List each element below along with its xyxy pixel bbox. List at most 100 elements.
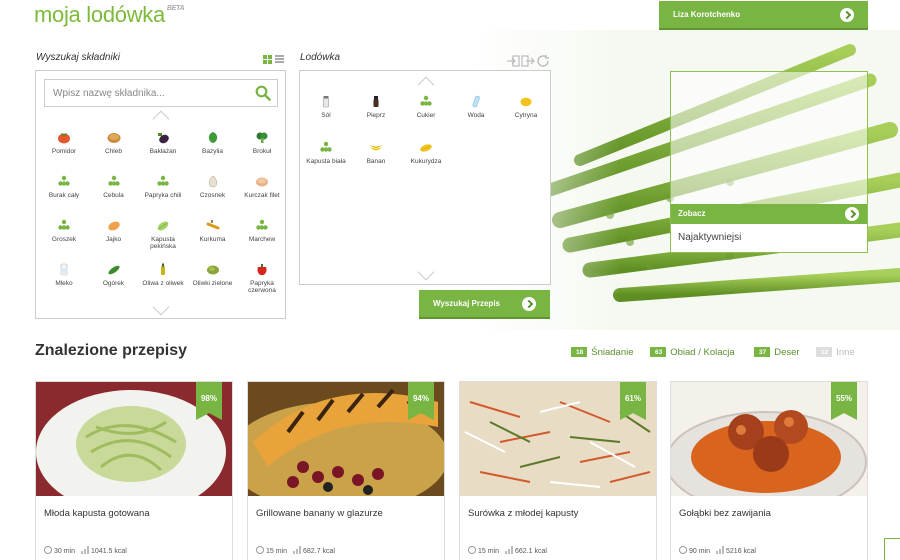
search-recipe-button[interactable]: Wyszukaj Przepis (419, 290, 550, 319)
filter-label: Śniadanie (591, 347, 634, 358)
filter-count-badge: 12 (816, 347, 833, 357)
generic-dots-icon (319, 141, 333, 154)
fridge-item[interactable]: Kukurydza (402, 141, 450, 165)
see-more-label: Zobacz (678, 209, 706, 218)
filter-category[interactable]: 37 Deser (754, 347, 800, 358)
scroll-up-chevron-icon[interactable] (152, 110, 170, 128)
import-icon[interactable] (507, 55, 520, 67)
filter-count-badge: 63 (650, 347, 667, 357)
ingredient-item[interactable]: Brokuł (238, 131, 286, 155)
scroll-down-chevron-icon[interactable] (417, 263, 435, 281)
calories-icon (293, 546, 302, 554)
recipe-card[interactable]: 55% Gołąbki bez zawijania 90 min 5216 kcal (670, 381, 868, 560)
ingredient-item[interactable]: Papryka chili (139, 175, 187, 199)
fridge-item[interactable]: Pieprz (352, 95, 400, 119)
recipe-card[interactable]: 94% Grillowane banany w glazurze 15 min 682… (247, 381, 445, 560)
ingredient-item[interactable]: Bakłażan (139, 131, 187, 155)
ingredient-item[interactable]: Groszek (40, 219, 88, 243)
ingredients-panel: Pomidor Chleb Bakłażan Bazylia Brokuł Burak c… (35, 70, 286, 319)
list-view-icon[interactable] (275, 55, 284, 64)
basil-icon (206, 131, 220, 144)
filter-category[interactable]: 12 Inne (816, 347, 855, 358)
water-icon (469, 95, 483, 108)
ingredient-search-box (44, 79, 278, 107)
ingredient-label: Jajko (105, 236, 122, 243)
ingredient-item[interactable]: Pomidor (40, 131, 88, 155)
recipe-card[interactable]: 61% Surówka z młodej kapusty 15 min 662.1 k… (459, 381, 657, 560)
results-title: Znalezione przepisy (35, 342, 188, 359)
ingredient-label: Papryka chili (144, 192, 182, 199)
filter-count-badge: 37 (754, 347, 771, 357)
generic-dots-icon (57, 219, 71, 232)
recipe-kcal: 662.1 kcal (515, 548, 547, 555)
recipe-time: 90 min (689, 548, 711, 555)
search-icon[interactable] (255, 85, 271, 101)
generic-dots-icon (419, 95, 433, 108)
clock-icon (44, 546, 52, 554)
red-pepper-icon (255, 263, 269, 276)
fridge-item[interactable]: Cytryna (502, 95, 550, 119)
ingredient-item[interactable]: Kapusta pekińska (139, 219, 187, 250)
eggplant-icon (156, 131, 170, 144)
fridge-item[interactable]: Sól (302, 95, 350, 119)
ingredient-label: Papryka czerwona (248, 280, 276, 294)
ingredient-label: Bazylia (202, 148, 223, 155)
grid-view-icon[interactable] (263, 55, 272, 64)
recipe-title[interactable]: Grillowane banany w glazurze (256, 508, 383, 519)
arrow-right-icon (840, 8, 854, 22)
ingredient-item[interactable]: Papryka czerwona (238, 263, 286, 294)
app-logo[interactable]: moja lodówka BETA (34, 2, 185, 28)
see-more-button[interactable]: Zobacz (671, 204, 867, 224)
recipe-meta: 90 min 5216 kcal (679, 546, 756, 555)
ingredient-item[interactable]: Marchew (238, 219, 286, 243)
ingredient-item[interactable]: Kurkuma (189, 219, 237, 243)
recipe-time: 30 min (54, 548, 76, 555)
most-active-label: Najaktywniejsi (671, 224, 867, 252)
ingredient-label: Kapusta pekińska (150, 236, 176, 250)
bread-icon (107, 131, 121, 144)
recipe-title[interactable]: Surówka z młodej kapusty (468, 508, 578, 519)
ingredient-item[interactable]: Kurczak filet (238, 175, 286, 199)
fridge-item-label: Banan (366, 158, 386, 165)
recipe-card[interactable]: 98% Młoda kapusta gotowana 30 min 1041.5 kc… (35, 381, 233, 560)
view-toggle (263, 54, 285, 66)
ingredient-label: Ogórek (102, 280, 125, 287)
fridge-item-label: Kapusta biała (306, 158, 346, 165)
fridge-item[interactable]: Kapusta biała (302, 141, 350, 165)
ingredient-item[interactable]: Oliwki zielone (189, 263, 237, 287)
tomato-icon (57, 131, 71, 144)
ingredient-label: Oliwki zielone (192, 280, 233, 287)
arrow-right-icon (522, 297, 536, 311)
ingredient-item[interactable]: Mleko (40, 263, 88, 287)
fridge-item[interactable]: Cukier (402, 95, 450, 119)
fridge-item[interactable]: Banan (352, 141, 400, 165)
generic-dots-icon (107, 175, 121, 188)
scroll-up-chevron-icon[interactable] (417, 76, 435, 94)
export-icon[interactable] (521, 55, 535, 67)
clock-icon (256, 546, 264, 554)
olives-icon (206, 263, 220, 276)
recipe-title[interactable]: Gołąbki bez zawijania (679, 508, 771, 519)
ingredient-item[interactable]: Bazylia (189, 131, 237, 155)
fridge-item[interactable]: Woda (452, 95, 500, 119)
user-menu-button[interactable]: Liza Korotchenko (659, 1, 868, 30)
ingredient-search-input[interactable] (45, 80, 245, 106)
fridge-item-label: Kukurydza (410, 158, 442, 165)
filter-label: Inne (836, 347, 855, 358)
garlic-icon (206, 175, 220, 188)
ingredient-item[interactable]: Czosnek (189, 175, 237, 199)
cucumber-icon (107, 263, 121, 276)
ingredient-item[interactable]: Oliwa z oliwek (139, 263, 187, 287)
ingredient-item[interactable]: Burak cały (40, 175, 88, 199)
fridge-item-label: Pieprz (366, 112, 386, 119)
refresh-icon[interactable] (537, 55, 549, 67)
fridge-panel: Sól Pieprz Cukier Woda Cytryna Kapusta biała B… (299, 70, 551, 285)
ingredient-item[interactable]: Jajko (90, 219, 138, 243)
filter-category[interactable]: 18 Śniadanie (571, 347, 634, 358)
recipe-title[interactable]: Młoda kapusta gotowana (44, 508, 150, 519)
scroll-down-chevron-icon[interactable] (152, 298, 170, 316)
ingredient-item[interactable]: Ogórek (90, 263, 138, 287)
ingredient-item[interactable]: Cebula (90, 175, 138, 199)
filter-category[interactable]: 63 Obiad / Kolacja (650, 347, 735, 358)
ingredient-item[interactable]: Chleb (90, 131, 138, 155)
